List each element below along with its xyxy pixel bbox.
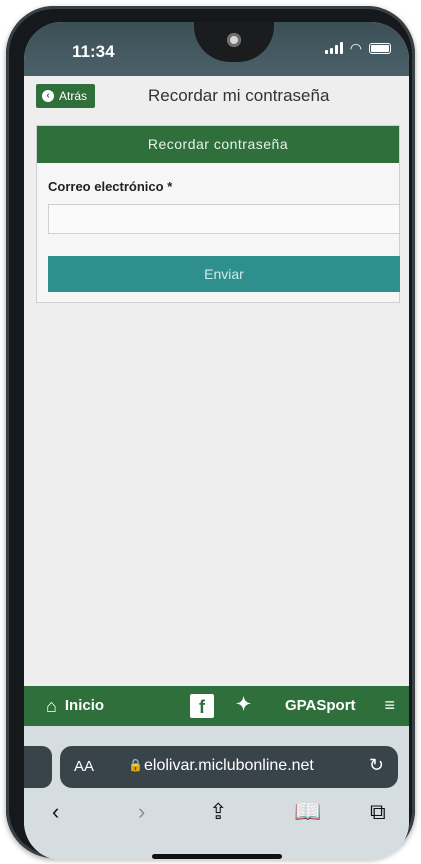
signal-icon [324,42,343,54]
camera-icon [227,33,241,47]
tabs-icon[interactable]: ⧉ [370,800,386,824]
back-button-label: Atrás [59,89,88,103]
email-field[interactable] [48,204,400,234]
page-title: Recordar mi contraseña [148,86,330,105]
bookmarks-icon[interactable]: 📖 [294,800,321,824]
page-header: ‹ Atrás Recordar mi contraseña [24,80,409,120]
facebook-icon[interactable]: f [190,694,214,718]
nav-home-label: Inicio [64,697,105,714]
url-text: elolivar.miclubonline.net [144,757,314,774]
twitter-icon[interactable]: ✦ [236,694,251,715]
submit-button[interactable]: Enviar [48,256,400,292]
status-bar: 11:34 ◠ [24,22,409,76]
reload-icon[interactable]: ↻ [369,755,384,776]
lock-icon: 🔒 [128,758,143,772]
previous-tab[interactable] [24,746,52,788]
back-icon: ‹ [42,90,54,102]
home-indicator [152,854,282,859]
screen: 11:34 ◠ ‹ Atrás Recordar mi contraseña R… [24,22,409,860]
email-label: Correo electrónico * [48,179,173,194]
back-nav-icon[interactable]: ‹ [52,800,59,824]
site-footer-nav: ⌂ Inicio f ✦ GPASport ≡ [24,686,409,726]
home-icon: ⌂ [46,695,57,716]
phone-frame: 11:34 ◠ ‹ Atrás Recordar mi contraseña R… [6,6,415,860]
nav-home-link[interactable]: ⌂ Inicio [46,695,105,716]
browser-toolbar: ‹ › ⇪ 📖 ⧉ [24,800,409,830]
status-time: 11:34 [72,42,115,61]
forward-nav-icon[interactable]: › [138,800,145,824]
browser-chrome: AA 🔒 elolivar.miclubonline.net ↻ ‹ › ⇪ 📖… [24,726,409,860]
text-size-button[interactable]: AA [74,758,94,775]
battery-icon [369,42,391,54]
password-reset-form: Recordar contraseña Correo electrónico *… [36,125,400,303]
share-icon[interactable]: ⇪ [209,800,227,824]
menu-icon[interactable]: ≡ [384,695,395,716]
status-icons: ◠ [324,40,391,56]
address-bar[interactable]: AA 🔒 elolivar.miclubonline.net ↻ [60,746,398,788]
wifi-icon: ◠ [349,40,362,56]
brand-link[interactable]: GPASport [285,697,356,714]
form-heading: Recordar contraseña [37,126,399,163]
back-button[interactable]: ‹ Atrás [36,84,96,108]
